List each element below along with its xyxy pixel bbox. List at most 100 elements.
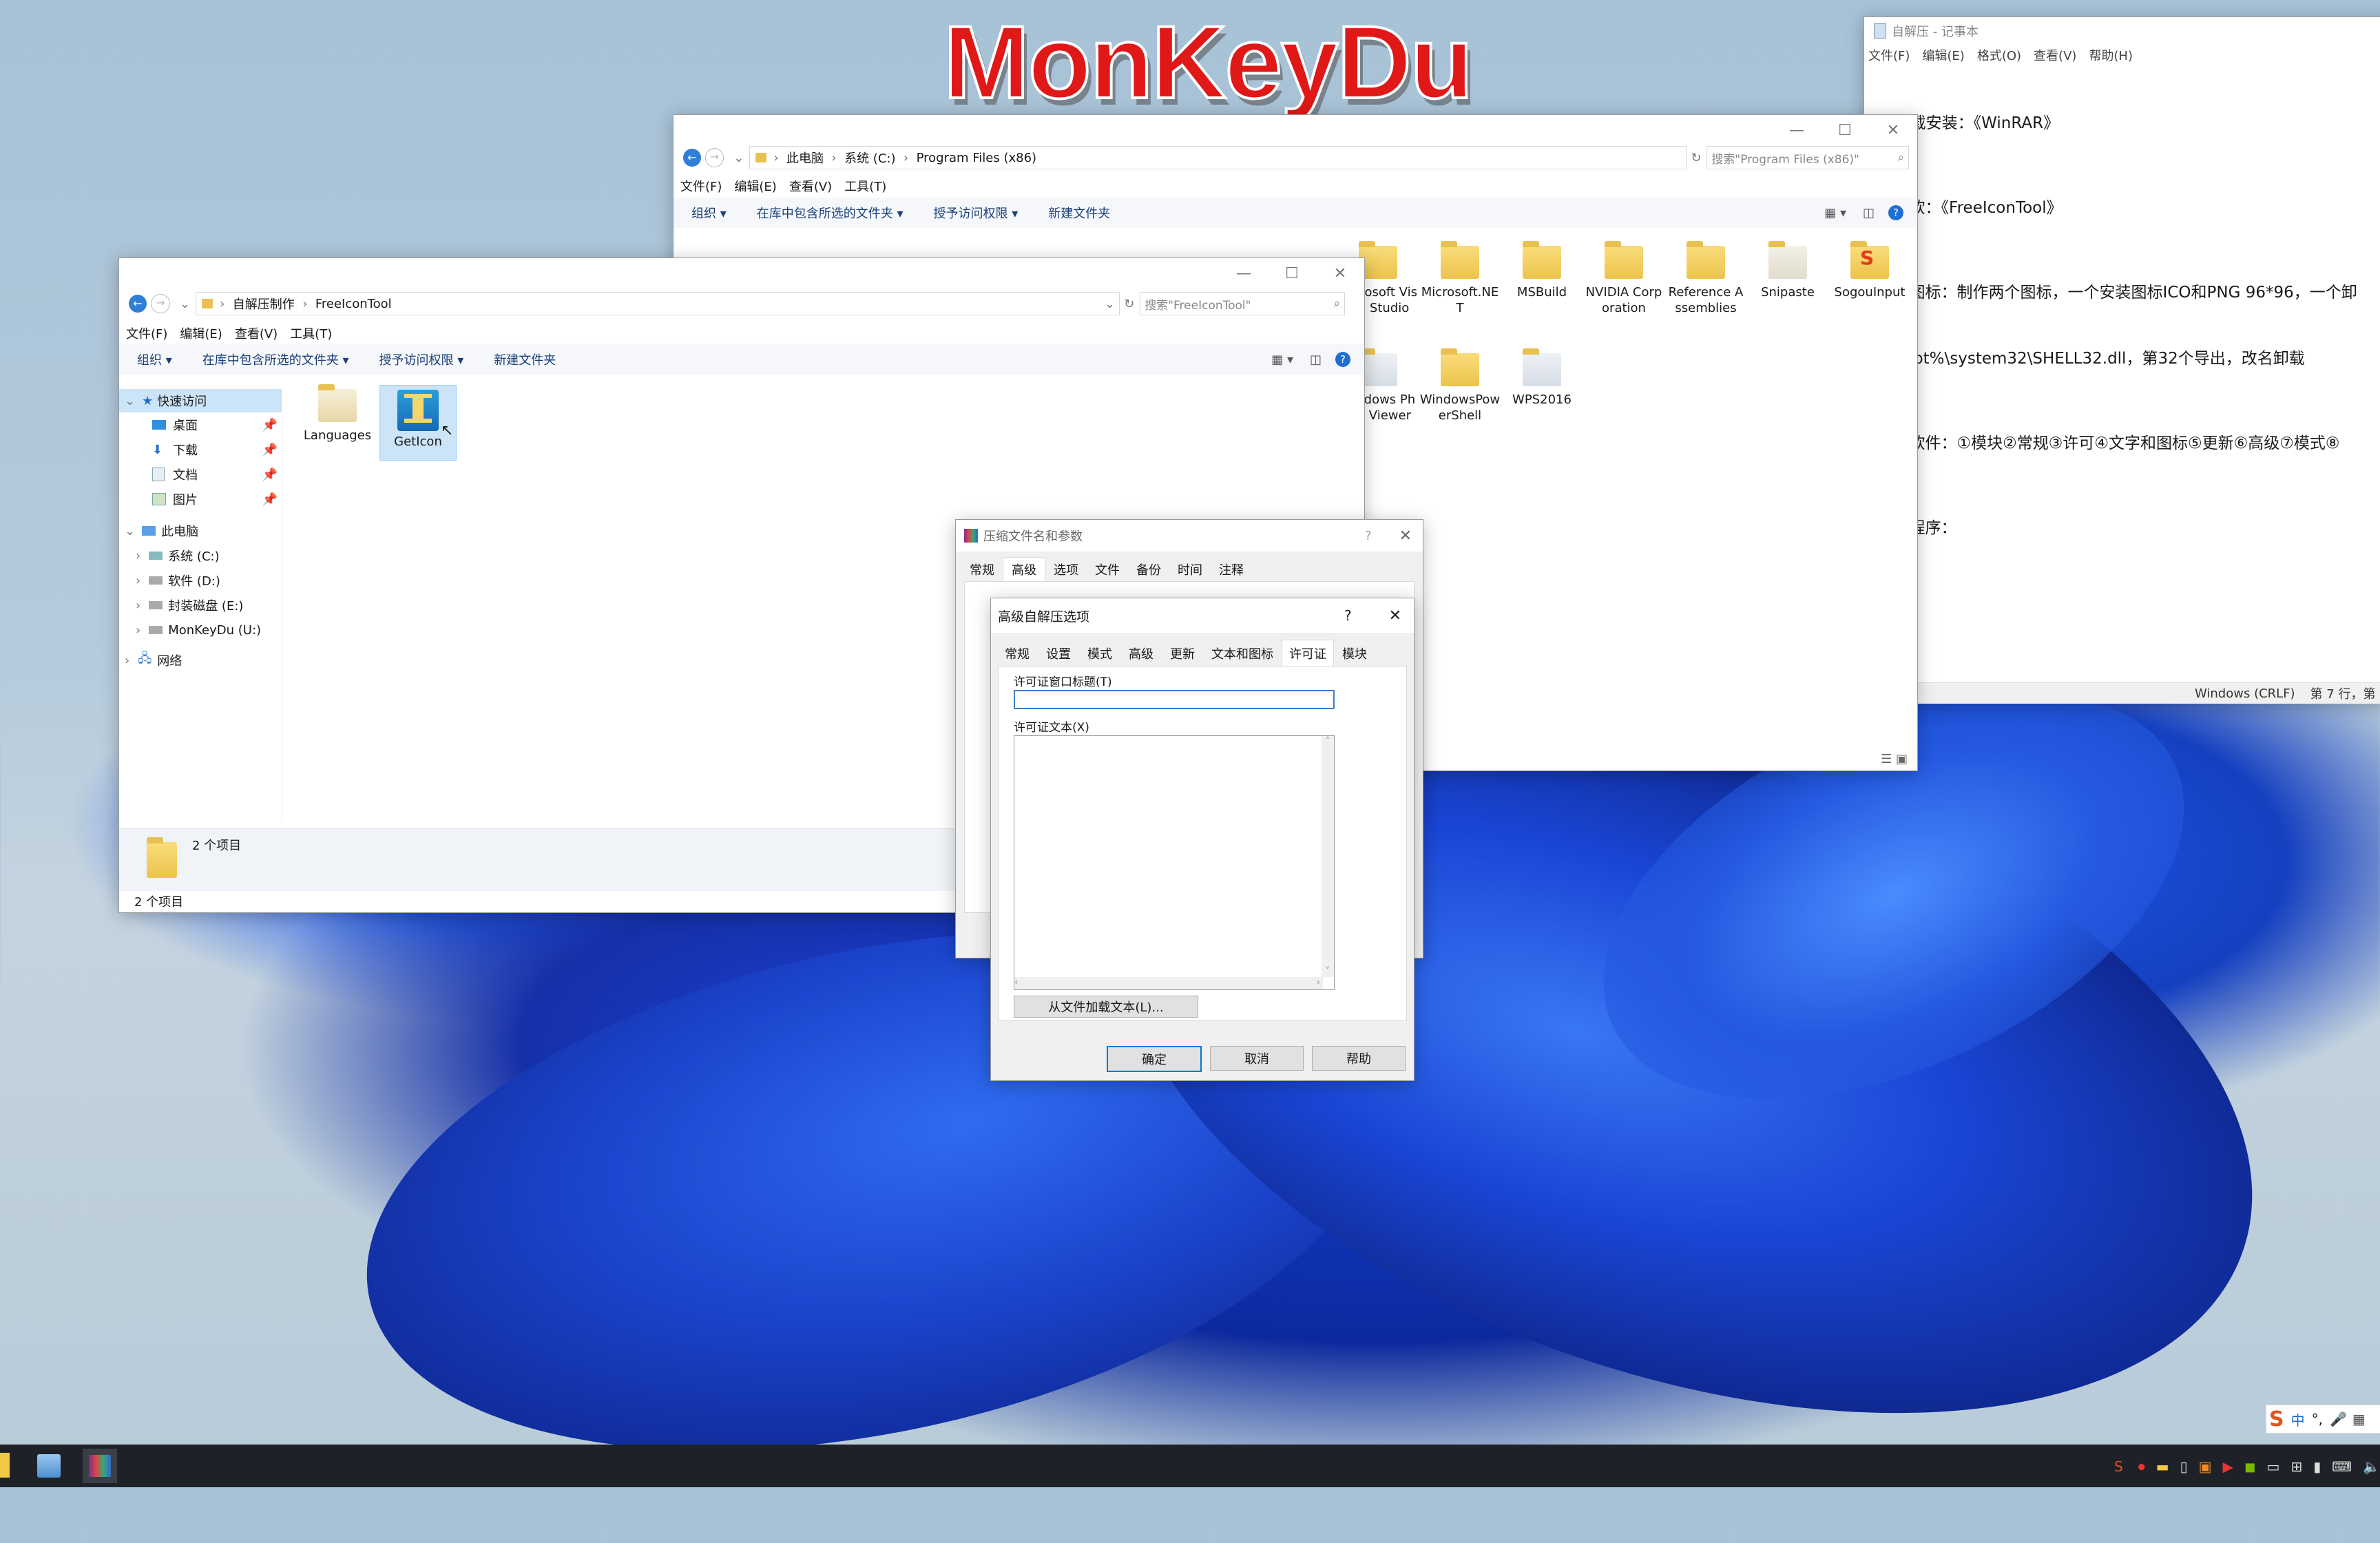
organize-button[interactable]: 组织 ▾ bbox=[691, 204, 727, 222]
menu-edit[interactable]: 编辑(E) bbox=[734, 177, 776, 195]
nav-this-pc[interactable]: ⌄ 此电脑 bbox=[119, 518, 282, 543]
address-bar[interactable]: › 自解压制作 › FreeIconTool ⌄ bbox=[196, 292, 1120, 315]
back-arrow-icon[interactable]: ← bbox=[683, 149, 701, 167]
menu-tools[interactable]: 工具(T) bbox=[290, 324, 332, 342]
notepad-menu-format[interactable]: 格式(O) bbox=[1977, 46, 2021, 64]
cancel-button[interactable]: 取消 bbox=[1210, 1046, 1304, 1071]
nav-network[interactable]: › 🖧 网络 bbox=[119, 648, 282, 673]
notepad-menu-file[interactable]: 文件(F) bbox=[1868, 46, 1910, 64]
view-options-icon[interactable]: ▦ ▾ bbox=[1824, 206, 1846, 220]
search-input[interactable]: 搜索"Program Files (x86)" ⌕ bbox=[1706, 146, 1910, 169]
rar-tab-files[interactable]: 文件 bbox=[1087, 558, 1128, 581]
rar-tab-backup[interactable]: 备份 bbox=[1128, 558, 1169, 581]
menu-file[interactable]: 文件(F) bbox=[126, 324, 167, 342]
new-folder-button[interactable]: 新建文件夹 bbox=[494, 350, 556, 368]
menu-view[interactable]: 查看(V) bbox=[789, 177, 832, 195]
organize-button[interactable]: 组织 ▾ bbox=[137, 350, 172, 368]
search-input[interactable]: 搜索"FreeIconTool" ⌕ bbox=[1140, 292, 1346, 315]
license-text-area[interactable]: ˄ ˅ ‹ › bbox=[1014, 735, 1335, 990]
sfx-tab-modes[interactable]: 模式 bbox=[1079, 642, 1120, 665]
horizontal-scrollbar[interactable]: ‹ › bbox=[1014, 977, 1323, 989]
notepad-menu-edit[interactable]: 编辑(E) bbox=[1922, 46, 1964, 64]
help-icon[interactable]: ? bbox=[1335, 352, 1350, 367]
minimize-button[interactable]: — bbox=[1220, 258, 1268, 288]
breadcrumb-freeicontool[interactable]: FreeIconTool bbox=[315, 297, 392, 311]
forward-arrow-icon[interactable]: → bbox=[704, 148, 724, 167]
taskbar-app-notepad[interactable] bbox=[37, 1454, 61, 1478]
close-button[interactable]: ✕ bbox=[1316, 258, 1364, 288]
sfx-close-icon[interactable]: ✕ bbox=[1389, 607, 1401, 624]
punctuation-icon[interactable]: °, bbox=[2312, 1411, 2323, 1427]
view-options-icon[interactable]: ▦ ▾ bbox=[1271, 353, 1293, 367]
forward-arrow-icon[interactable]: → bbox=[151, 294, 170, 313]
network-tray-icon[interactable]: ⊞ bbox=[2290, 1458, 2302, 1475]
menu-view[interactable]: 查看(V) bbox=[235, 324, 278, 342]
rar-tab-options[interactable]: 选项 bbox=[1045, 558, 1087, 581]
folder-item[interactable]: NVIDIA Corporation bbox=[1583, 241, 1664, 316]
folder-item[interactable]: Reference Assemblies bbox=[1665, 241, 1746, 316]
nav-item-downloads[interactable]: ⬇ 下载 📌 bbox=[119, 437, 282, 462]
minimize-button[interactable]: — bbox=[1773, 115, 1821, 145]
folder-item[interactable]: WindowsPowerShell bbox=[1419, 348, 1501, 423]
breadcrumb-sfx-folder[interactable]: 自解压制作 bbox=[233, 295, 295, 313]
sogou-tray-icon[interactable]: S bbox=[2114, 1458, 2123, 1475]
keyboard-icon[interactable]: ⌨ bbox=[2332, 1458, 2352, 1475]
address-dropdown-icon[interactable]: ⌄ bbox=[1105, 297, 1115, 311]
back-arrow-icon[interactable]: ← bbox=[129, 295, 147, 313]
refresh-icon[interactable]: ↻ bbox=[1124, 297, 1134, 311]
vertical-scrollbar[interactable]: ˄ ˅ bbox=[1322, 736, 1334, 977]
sfx-tab-license[interactable]: 许可证 bbox=[1282, 640, 1334, 666]
nav-item-desktop[interactable]: 桌面 📌 bbox=[119, 412, 282, 437]
taskbar-app-winrar[interactable] bbox=[83, 1449, 117, 1483]
nav-drive-c[interactable]: › 系统 (C:) bbox=[119, 543, 282, 568]
preview-pane-icon[interactable]: ◫ bbox=[1310, 353, 1322, 367]
maximize-button[interactable]: ☐ bbox=[1268, 258, 1316, 288]
license-title-input[interactable] bbox=[1014, 690, 1335, 709]
sfx-tab-update[interactable]: 更新 bbox=[1162, 642, 1203, 665]
notepad-window[interactable]: 自解压 - 记事本 文件(F) 编辑(E) 格式(O) 查看(V) 帮助(H) … bbox=[1864, 17, 2380, 704]
ime-toolbar[interactable]: S 中 °, 🎤 ▦ bbox=[2266, 1405, 2380, 1434]
app-tray-icon[interactable]: ▶ bbox=[2223, 1458, 2233, 1475]
sfx-help-icon[interactable]: ? bbox=[1344, 607, 1352, 624]
taskbar-app-explorer[interactable] bbox=[0, 1453, 10, 1478]
rar-tab-advanced[interactable]: 高级 bbox=[1003, 557, 1045, 581]
help-icon[interactable]: ? bbox=[1888, 205, 1903, 220]
expand-chevron-icon[interactable]: ⌄ bbox=[125, 394, 135, 408]
close-button[interactable]: ✕ bbox=[1869, 115, 1917, 145]
folder-item[interactable]: MSBuild bbox=[1501, 241, 1583, 300]
breadcrumb-program-files-x86[interactable]: Program Files (x86) bbox=[917, 151, 1037, 165]
record-icon[interactable]: ⏺ bbox=[2138, 1458, 2145, 1475]
nav-drive-u[interactable]: › MonKeyDu (U:) bbox=[119, 618, 282, 642]
rar-tab-time[interactable]: 时间 bbox=[1169, 558, 1211, 581]
rar-close-icon[interactable]: ✕ bbox=[1399, 527, 1412, 545]
nav-quick-access[interactable]: ⌄ ★ 快速访问 bbox=[119, 389, 282, 412]
folder-item[interactable]: WPS2016 bbox=[1501, 348, 1583, 408]
nav-item-documents[interactable]: 文档 📌 bbox=[119, 462, 282, 487]
folder-item[interactable]: S SogouInput bbox=[1829, 241, 1910, 300]
sfx-tab-text-and-icon[interactable]: 文本和图标 bbox=[1203, 642, 1282, 665]
sfx-tab-module[interactable]: 模块 bbox=[1334, 642, 1375, 665]
nav-item-pictures[interactable]: 图片 📌 bbox=[119, 487, 282, 512]
folder-tray-icon[interactable]: ▬ bbox=[2156, 1458, 2169, 1475]
maximize-button[interactable]: ☐ bbox=[1821, 115, 1869, 145]
recent-chevron-icon[interactable]: ⌄ bbox=[733, 151, 744, 165]
ime-mode[interactable]: 中 bbox=[2291, 1409, 2305, 1429]
sfx-dialog-titlebar[interactable]: 高级自解压选项 ? ✕ bbox=[991, 598, 1414, 633]
ime-grid-icon[interactable]: ▦ bbox=[2352, 1411, 2366, 1427]
share-with-button[interactable]: 授予访问权限 ▾ bbox=[379, 350, 464, 368]
battery-icon[interactable]: ▮ bbox=[2313, 1458, 2321, 1475]
usb-icon[interactable]: ▯ bbox=[2180, 1458, 2188, 1475]
file-item-geticon[interactable]: GetIcon ↖ bbox=[379, 385, 457, 461]
volume-icon[interactable]: 🔈 bbox=[2363, 1458, 2380, 1475]
menu-edit[interactable]: 编辑(E) bbox=[180, 324, 222, 342]
folder-item-languages[interactable]: Languages bbox=[300, 384, 375, 443]
nav-drive-d[interactable]: › 软件 (D:) bbox=[119, 568, 282, 593]
share-with-button[interactable]: 授予访问权限 ▾ bbox=[934, 204, 1019, 222]
rar-tab-comment[interactable]: 注释 bbox=[1211, 558, 1252, 581]
display-icon[interactable]: ▭ bbox=[2267, 1458, 2280, 1475]
menu-tools[interactable]: 工具(T) bbox=[844, 177, 886, 195]
view-toggle-icons[interactable]: ☰ ▣ bbox=[1881, 752, 1908, 766]
rar-help-icon[interactable]: ? bbox=[1365, 529, 1372, 543]
load-from-file-button[interactable]: 从文件加载文本(L)... bbox=[1014, 996, 1198, 1018]
sfx-tab-general[interactable]: 常规 bbox=[996, 642, 1038, 665]
